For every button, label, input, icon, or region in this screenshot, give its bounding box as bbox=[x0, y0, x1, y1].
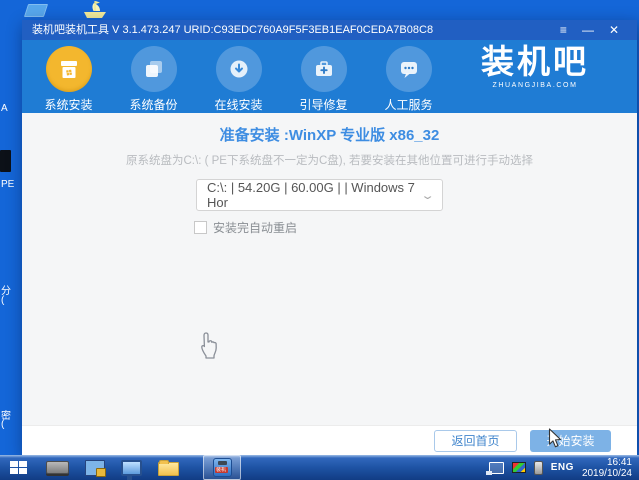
app-window: 装机吧装机工具 V 3.1.473.247 URID:C93EDC760A9F5… bbox=[22, 20, 637, 455]
zhuangjiba-usb-icon: 装机吧 bbox=[213, 458, 232, 477]
windows-logo-icon bbox=[10, 461, 27, 474]
taskbar: 装机吧 ENG 16:41 2019/10/24 bbox=[0, 455, 639, 480]
taskbar-app-zhuangjiba[interactable]: 装机吧 bbox=[203, 455, 241, 480]
nav-item-system-install[interactable]: 系统安装 bbox=[26, 40, 111, 113]
nav-label: 在线安装 bbox=[196, 96, 281, 113]
arrow-cursor bbox=[548, 428, 563, 454]
nav-label: 系统备份 bbox=[111, 96, 196, 113]
window-footer: 返回首页 开始安装 bbox=[22, 425, 637, 455]
taskbar-pc-lock-icon[interactable] bbox=[85, 460, 105, 476]
system-install-box-icon bbox=[46, 46, 92, 92]
nav-label: 引导修复 bbox=[281, 96, 366, 113]
brand-logo: 装机吧 ZHUANGJIBA.COM bbox=[481, 40, 589, 89]
drive-select-dropdown[interactable]: C:\: | 54.20G | 60.00G | | Windows 7 Hor… bbox=[196, 179, 443, 211]
taskbar-monitor-icon[interactable] bbox=[121, 460, 142, 476]
nav-item-online-install[interactable]: 在线安装 bbox=[196, 40, 281, 113]
desktop-label-fragment: ( bbox=[1, 295, 22, 306]
nav-item-system-backup[interactable]: 系统备份 bbox=[111, 40, 196, 113]
nav-item-boot-repair[interactable]: 引导修复 bbox=[281, 40, 366, 113]
desktop: A PE 分 ( 密 ( 装机吧装机工具 V 3.1.473.247 URID:… bbox=[0, 0, 639, 480]
back-home-button[interactable]: 返回首页 bbox=[434, 430, 517, 452]
usb-icon[interactable] bbox=[534, 461, 543, 475]
window-title: 装机吧装机工具 V 3.1.473.247 URID:C93EDC760A9F5… bbox=[32, 24, 433, 36]
drive-select-value: C:\: | 54.20G | 60.00G | | Windows 7 Hor bbox=[207, 180, 423, 210]
zhuangjiba-usb-label: 装机吧 bbox=[215, 467, 228, 473]
auto-restart-checkbox[interactable] bbox=[194, 221, 207, 234]
system-tray: ENG 16:41 2019/10/24 bbox=[489, 457, 639, 479]
boot-repair-toolbox-icon bbox=[301, 46, 347, 92]
desktop-label-fragment: A bbox=[1, 103, 22, 114]
nav-label: 系统安装 bbox=[26, 96, 111, 113]
brand-logo-subtext: ZHUANGJIBA.COM bbox=[481, 82, 589, 89]
system-backup-icon bbox=[131, 46, 177, 92]
nav-item-support[interactable]: 人工服务 bbox=[366, 40, 451, 113]
online-install-download-icon bbox=[216, 46, 262, 92]
language-indicator[interactable]: ENG bbox=[551, 462, 574, 473]
taskbar-clock[interactable]: 16:41 2019/10/24 bbox=[582, 457, 634, 479]
minimize-icon[interactable]: — bbox=[582, 20, 594, 40]
hand-pointer-cursor bbox=[198, 331, 221, 365]
auto-restart-option[interactable]: 安装完自动重启 bbox=[194, 219, 297, 236]
support-chat-icon bbox=[386, 46, 432, 92]
auto-restart-label: 安装完自动重启 bbox=[213, 219, 297, 236]
taskbar-folder-icon[interactable] bbox=[158, 462, 179, 476]
network-icon[interactable] bbox=[489, 462, 504, 474]
chevron-down-icon: ⌄ bbox=[420, 189, 435, 202]
install-subtitle: 原系统盘为C:\: ( PE下系统盘不一定为C盘), 若要安装在其他位置可进行手… bbox=[22, 152, 637, 168]
install-title: 准备安装 :WinXP 专业版 x86_32 bbox=[22, 113, 637, 145]
display-icon[interactable] bbox=[512, 462, 526, 473]
close-icon[interactable]: ✕ bbox=[609, 20, 619, 40]
desktop-icon-fragment bbox=[0, 150, 11, 172]
main-content: 准备安装 :WinXP 专业版 x86_32 原系统盘为C:\: ( PE下系统… bbox=[22, 113, 637, 425]
nav-label: 人工服务 bbox=[366, 96, 451, 113]
menu-icon[interactable]: ≡ bbox=[560, 20, 567, 40]
clock-time: 16:41 bbox=[582, 457, 632, 468]
desktop-label-fragment: ( bbox=[1, 419, 22, 430]
desktop-blue-flag-icon[interactable] bbox=[24, 4, 48, 17]
brand-logo-text: 装机吧 bbox=[481, 40, 589, 84]
clock-date: 2019/10/24 bbox=[582, 468, 632, 479]
desktop-label-fragment: PE bbox=[1, 179, 22, 190]
window-titlebar[interactable]: 装机吧装机工具 V 3.1.473.247 URID:C93EDC760A9F5… bbox=[22, 20, 637, 40]
start-button[interactable] bbox=[0, 455, 36, 480]
taskbar-chip-icon[interactable] bbox=[46, 461, 69, 474]
start-install-button[interactable]: 开始安装 bbox=[530, 430, 611, 452]
nav-header: 系统安装 系统备份 bbox=[22, 40, 637, 113]
